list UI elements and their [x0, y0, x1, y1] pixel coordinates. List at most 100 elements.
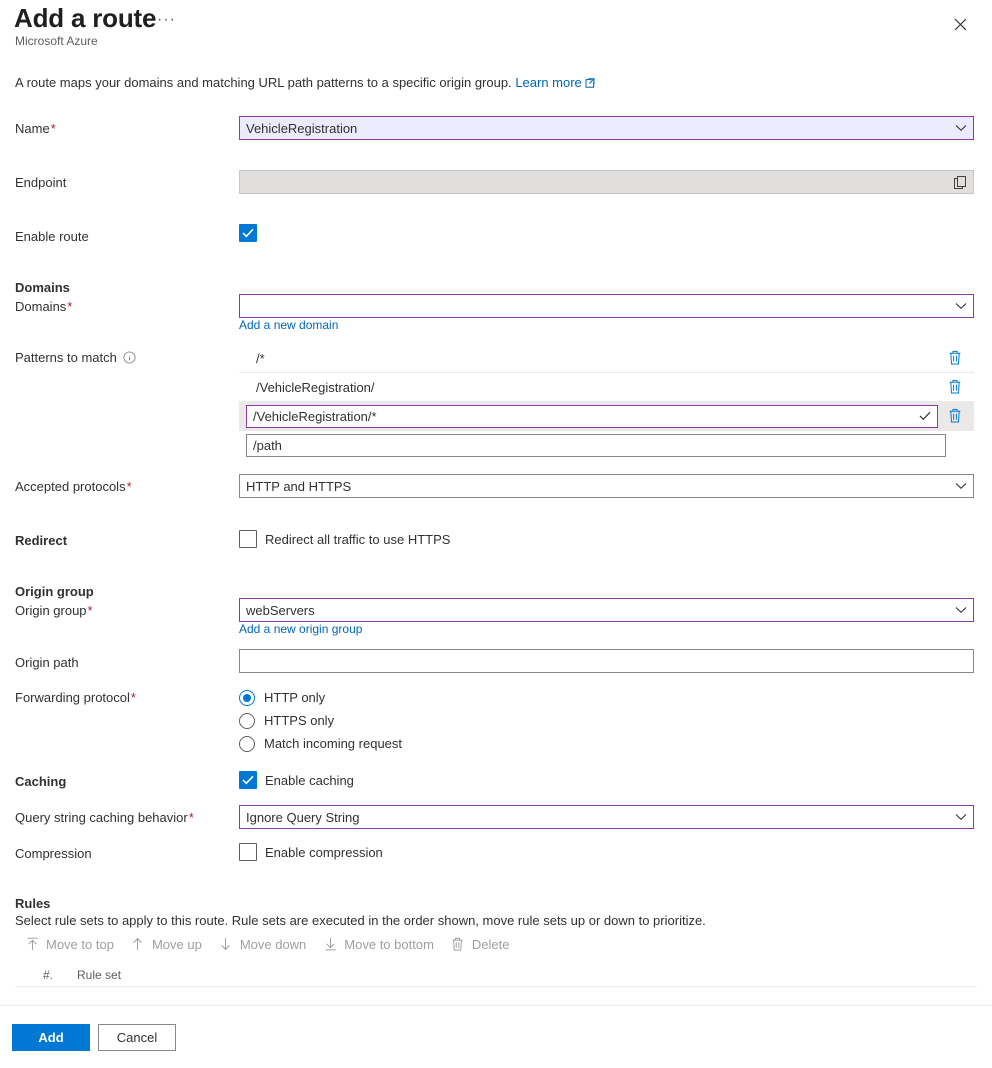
endpoint-input: [239, 170, 974, 194]
move-down-label: Move down: [239, 936, 307, 952]
pattern-new-input[interactable]: /path: [246, 433, 946, 457]
pattern-input-value: /VehicleRegistration/*: [253, 408, 377, 424]
pattern-new-row[interactable]: /path: [239, 431, 974, 460]
enable-caching-label[interactable]: Enable caching: [265, 773, 354, 788]
query-string-caching-label: Query string caching behavior*: [15, 810, 194, 825]
move-up-label: Move up: [151, 936, 202, 952]
intro-text: A route maps your domains and matching U…: [15, 74, 595, 92]
move-to-bottom-icon: [322, 936, 338, 952]
query-string-caching-dropdown[interactable]: Ignore Query String: [239, 805, 974, 829]
origin-path-label: Origin path: [15, 655, 79, 670]
pattern-new-placeholder: /path: [253, 437, 282, 453]
chevron-down-icon[interactable]: [955, 606, 967, 614]
column-header-number: #.: [42, 967, 53, 982]
rules-heading: Rules: [15, 896, 51, 911]
accepted-protocols-dropdown[interactable]: HTTP and HTTPS: [239, 474, 974, 498]
origin-group-label: Origin group*: [15, 603, 93, 618]
forwarding-protocol-option[interactable]: HTTP only: [239, 686, 402, 709]
check-icon: [919, 411, 931, 421]
chevron-down-icon[interactable]: [955, 302, 967, 310]
enable-compression-label[interactable]: Enable compression: [265, 845, 383, 860]
origin-group-section-heading: Origin group: [15, 584, 94, 599]
radio-http-only-label[interactable]: HTTP only: [264, 690, 325, 705]
move-down-button[interactable]: Move down: [212, 934, 316, 954]
origin-group-dropdown[interactable]: webServers: [239, 598, 974, 622]
origin-path-input[interactable]: [239, 649, 974, 673]
close-icon[interactable]: [948, 12, 972, 36]
redirect-label: Redirect: [15, 533, 68, 548]
move-to-top-button[interactable]: Move to top: [18, 934, 124, 954]
enable-route-checkbox-row[interactable]: [239, 224, 257, 242]
delete-icon: [450, 936, 466, 952]
rule-sets-table: #. Rule set: [15, 963, 977, 987]
pattern-row[interactable]: /*: [239, 344, 974, 373]
chevron-down-icon[interactable]: [955, 124, 967, 132]
chevron-down-icon[interactable]: [955, 813, 967, 821]
external-link-icon: [585, 75, 595, 92]
add-route-blade: Add a route ··· Microsoft Azure A route …: [0, 0, 992, 1068]
radio-match-incoming-request[interactable]: [239, 735, 255, 752]
blade-footer: Add Cancel: [0, 1005, 992, 1068]
radio-https-only[interactable]: [239, 712, 255, 729]
enable-caching-checkbox[interactable]: [239, 771, 257, 789]
more-options-button[interactable]: ···: [153, 12, 180, 28]
radio-http-only[interactable]: [239, 689, 255, 706]
blade-subtitle: Microsoft Azure: [15, 34, 98, 48]
rules-command-bar: Move to top Move up Move down Move to bo…: [18, 934, 519, 954]
info-icon[interactable]: [123, 351, 136, 368]
enable-caching-row[interactable]: Enable caching: [239, 771, 354, 789]
pattern-row[interactable]: /VehicleRegistration/*: [239, 402, 974, 431]
endpoint-label: Endpoint: [15, 175, 67, 190]
name-label: Name*: [15, 121, 56, 136]
redirect-https-label[interactable]: Redirect all traffic to use HTTPS: [265, 532, 450, 547]
move-up-button[interactable]: Move up: [124, 934, 212, 954]
add-new-domain-link[interactable]: Add a new domain: [239, 318, 338, 332]
move-to-bottom-button[interactable]: Move to bottom: [316, 934, 444, 954]
compression-label: Compression: [15, 846, 92, 861]
patterns-list: /* /VehicleRegistration/ /VehicleRegistr…: [239, 344, 974, 460]
move-to-top-label: Move to top: [46, 936, 114, 952]
name-input-value: VehicleRegistration: [246, 120, 358, 136]
add-button[interactable]: Add: [12, 1024, 90, 1051]
pattern-value: /*: [256, 350, 265, 366]
delete-icon[interactable]: [948, 350, 964, 366]
accepted-protocols-label: Accepted protocols*: [15, 479, 132, 494]
forwarding-protocol-option[interactable]: Match incoming request: [239, 732, 402, 755]
delete-icon[interactable]: [948, 408, 964, 424]
move-to-top-icon: [24, 936, 40, 952]
radio-https-only-label[interactable]: HTTPS only: [264, 713, 334, 728]
pattern-input[interactable]: /VehicleRegistration/*: [246, 404, 938, 428]
enable-route-label: Enable route: [15, 229, 89, 244]
enable-compression-checkbox[interactable]: [239, 843, 257, 861]
domains-section-heading: Domains: [15, 280, 70, 295]
chevron-down-icon[interactable]: [955, 482, 967, 490]
table-header-row: #. Rule set: [15, 963, 977, 987]
move-down-icon: [218, 936, 234, 952]
delete-rule-button[interactable]: Delete: [444, 934, 520, 954]
enable-compression-row[interactable]: Enable compression: [239, 843, 383, 861]
add-new-origin-group-link[interactable]: Add a new origin group: [239, 622, 362, 636]
copy-icon[interactable]: [954, 175, 967, 189]
delete-label: Delete: [471, 936, 510, 952]
delete-icon[interactable]: [948, 379, 964, 395]
redirect-https-checkbox[interactable]: [239, 530, 257, 548]
move-up-icon: [130, 936, 146, 952]
pattern-row[interactable]: /VehicleRegistration/: [239, 373, 974, 402]
learn-more-link[interactable]: Learn more: [515, 75, 581, 90]
move-to-bottom-label: Move to bottom: [344, 936, 434, 952]
redirect-checkbox-row[interactable]: Redirect all traffic to use HTTPS: [239, 530, 450, 548]
caching-label: Caching: [15, 774, 67, 789]
name-input[interactable]: VehicleRegistration: [239, 116, 974, 140]
enable-route-checkbox[interactable]: [239, 224, 257, 242]
radio-match-incoming-request-label[interactable]: Match incoming request: [264, 736, 402, 751]
query-string-caching-value: Ignore Query String: [246, 809, 360, 825]
intro-description: A route maps your domains and matching U…: [15, 75, 512, 90]
forwarding-protocol-option[interactable]: HTTPS only: [239, 709, 402, 732]
blade-header: Add a route ··· Microsoft Azure: [0, 0, 992, 56]
origin-group-value: webServers: [246, 602, 315, 618]
patterns-to-match-label: Patterns to match: [15, 350, 136, 368]
rules-description: Select rule sets to apply to this route.…: [15, 913, 706, 928]
domains-label: Domains*: [15, 299, 73, 314]
domains-input[interactable]: [239, 294, 974, 318]
cancel-button[interactable]: Cancel: [98, 1024, 176, 1051]
